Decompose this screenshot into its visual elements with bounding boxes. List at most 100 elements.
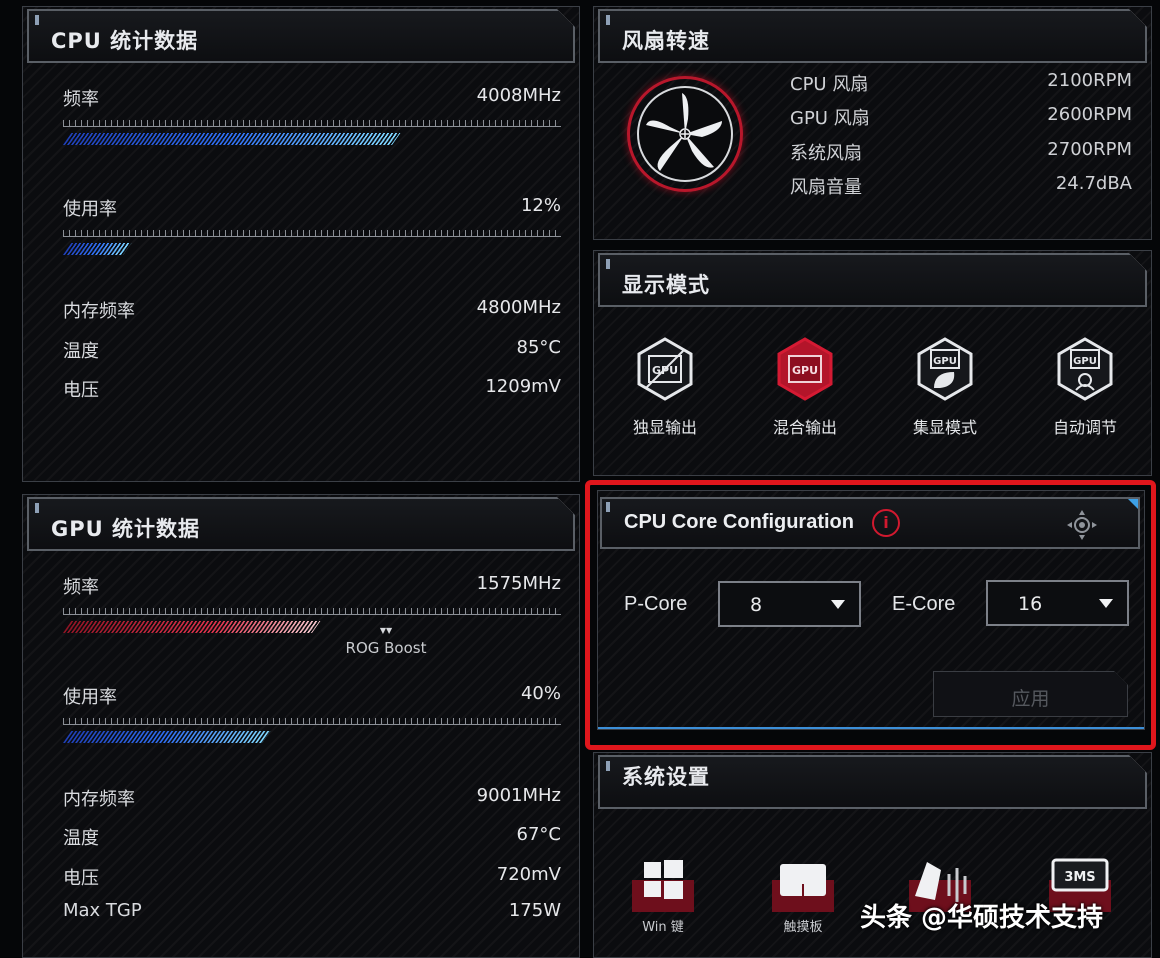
rog-boost-marker: ▼▼ ROG Boost bbox=[341, 626, 431, 658]
cpu-frequency-value: 4008MHz bbox=[476, 85, 561, 106]
fan-speed-title: 风扇转速 bbox=[622, 29, 710, 53]
gpu-hybrid-icon: GPU bbox=[777, 337, 833, 401]
cpu-mem-freq-value: 4800MHz bbox=[476, 297, 561, 318]
fan-row-value: 24.7dBA bbox=[1055, 173, 1132, 194]
gpu-frequency-value: 1575MHz bbox=[476, 573, 561, 594]
gpu-voltage-row: 电压 720mV bbox=[63, 864, 561, 890]
gpu-frequency-bar bbox=[63, 621, 561, 633]
fan-row-noise: 风扇音量 24.7dBA bbox=[790, 173, 1132, 199]
gpu-mem-freq-row: 内存频率 9001MHz bbox=[63, 785, 561, 811]
header-corner-mark bbox=[559, 11, 573, 25]
highlight-frame bbox=[585, 480, 1156, 750]
cpu-frequency-ruler bbox=[63, 119, 561, 127]
gpu-auto-icon: GPU bbox=[1057, 337, 1113, 401]
watermark: 头条 @华硕技术支持 bbox=[860, 903, 1104, 933]
cpu-mem-freq-label: 内存频率 bbox=[63, 301, 135, 322]
gpu-usage-bar bbox=[63, 731, 561, 743]
gpu-frequency-row: 频率 1575MHz bbox=[63, 573, 561, 599]
gpu-usage-row: 使用率 40% bbox=[63, 683, 561, 709]
display-mode-title: 显示模式 bbox=[622, 273, 710, 297]
cpu-usage-ruler bbox=[63, 229, 561, 237]
cpu-voltage-label: 电压 bbox=[63, 380, 99, 401]
gpu-chip-text: GPU bbox=[792, 364, 818, 377]
gpu-usage-bar-fill bbox=[63, 731, 271, 743]
header-tick-mark bbox=[606, 761, 610, 771]
rog-boost-arrows: ▼▼ bbox=[379, 626, 393, 635]
cpu-temp-label: 温度 bbox=[63, 341, 99, 362]
gpu-tgp-value: 175W bbox=[508, 900, 561, 921]
cpu-usage-bar bbox=[63, 243, 561, 255]
header-tick-mark bbox=[606, 259, 610, 269]
gpu-voltage-label: 电压 bbox=[63, 868, 99, 889]
gpu-chip-text: GPU bbox=[652, 364, 678, 377]
cpu-stats-panel: CPU 统计数据 频率 4008MHz 使用率 12% 内存频率 4800MHz… bbox=[22, 6, 580, 482]
gpu-temp-value: 67°C bbox=[516, 824, 561, 845]
display-mode-header: 显示模式 bbox=[598, 253, 1147, 307]
gpu-temp-label: 温度 bbox=[63, 828, 99, 849]
header-corner-mark bbox=[1131, 757, 1145, 771]
mode-label: 自动调节 bbox=[1052, 418, 1117, 437]
gpu-eco-icon: GPU bbox=[917, 337, 973, 401]
touchpad-icon[interactable] bbox=[768, 856, 838, 916]
gpu-discrete-icon: GPU bbox=[637, 337, 693, 401]
fan-row-label: 风扇音量 bbox=[790, 177, 862, 198]
cpu-frequency-label: 频率 bbox=[63, 89, 99, 110]
fan-row-value: 2600RPM bbox=[1047, 104, 1132, 125]
cpu-usage-label: 使用率 bbox=[63, 199, 117, 220]
fan-row-label: 系统风扇 bbox=[790, 143, 862, 164]
mode-label: 独显输出 bbox=[632, 418, 697, 437]
system-settings-title: 系统设置 bbox=[622, 765, 710, 789]
cpu-voltage-value: 1209mV bbox=[485, 376, 561, 397]
cpu-temp-value: 85°C bbox=[516, 337, 561, 358]
cpu-temp-row: 温度 85°C bbox=[63, 337, 561, 363]
cpu-frequency-bar-fill bbox=[63, 133, 401, 145]
fan-row-value: 2700RPM bbox=[1047, 139, 1132, 160]
cpu-usage-bar-fill bbox=[63, 243, 132, 255]
cpu-stats-title: CPU 统计数据 bbox=[51, 29, 199, 53]
gpu-usage-label: 使用率 bbox=[63, 687, 117, 708]
sys-item-label: Win 键 bbox=[642, 920, 684, 935]
fan-speed-header: 风扇转速 bbox=[598, 9, 1147, 63]
gpu-usage-value: 40% bbox=[520, 683, 561, 704]
fan-row-system: 系统风扇 2700RPM bbox=[790, 139, 1132, 165]
sys-item-label: 触摸板 bbox=[783, 920, 823, 935]
gpu-chip-text: GPU bbox=[1073, 356, 1097, 367]
header-corner-mark bbox=[1131, 11, 1145, 25]
gpu-temp-row: 温度 67°C bbox=[63, 824, 561, 850]
header-corner-mark bbox=[1131, 255, 1145, 269]
gpu-usage-ruler bbox=[63, 717, 561, 725]
rog-boost-label: ROG Boost bbox=[345, 639, 427, 657]
gpu-frequency-ruler bbox=[63, 607, 561, 615]
cpu-frequency-row: 频率 4008MHz bbox=[63, 85, 561, 111]
fan-row-label: CPU 风扇 bbox=[790, 74, 869, 95]
gpu-tgp-row: Max TGP 175W bbox=[63, 900, 561, 921]
header-tick-mark bbox=[606, 15, 610, 25]
cpu-frequency-bar bbox=[63, 133, 561, 145]
mode-discrete[interactable]: GPU 独显输出 bbox=[615, 336, 715, 438]
fan-row-label: GPU 风扇 bbox=[790, 108, 870, 129]
system-settings-header: 系统设置 bbox=[598, 755, 1147, 809]
cpu-mem-freq-row: 内存频率 4800MHz bbox=[63, 297, 561, 323]
mode-auto[interactable]: GPU 自动调节 bbox=[1035, 336, 1135, 438]
mode-label: 集显模式 bbox=[912, 418, 977, 437]
windows-key-icon[interactable] bbox=[628, 856, 698, 916]
fan-row-gpu: GPU 风扇 2600RPM bbox=[790, 104, 1132, 130]
header-tick-mark bbox=[35, 15, 39, 25]
gpu-stats-panel: GPU 统计数据 频率 1575MHz ▼▼ ROG Boost 使用率 40%… bbox=[22, 494, 580, 958]
gpu-stats-title: GPU 统计数据 bbox=[51, 517, 200, 541]
cpu-usage-row: 使用率 12% bbox=[63, 195, 561, 221]
cpu-usage-value: 12% bbox=[520, 195, 561, 216]
mode-eco[interactable]: GPU 集显模式 bbox=[895, 336, 995, 438]
fan-row-value: 2100RPM bbox=[1047, 70, 1132, 91]
gpu-mem-freq-value: 9001MHz bbox=[476, 785, 561, 806]
bms-icon-text: 3MS bbox=[1064, 870, 1095, 885]
gpu-stats-header: GPU 统计数据 bbox=[27, 497, 575, 551]
gpu-mem-freq-label: 内存频率 bbox=[63, 789, 135, 810]
fan-row-cpu: CPU 风扇 2100RPM bbox=[790, 70, 1132, 96]
header-corner-mark bbox=[559, 499, 573, 513]
gpu-frequency-bar-fill bbox=[63, 621, 321, 633]
gpu-chip-text: GPU bbox=[933, 356, 957, 367]
mode-hybrid[interactable]: GPU 混合输出 bbox=[755, 336, 855, 438]
fan-icon bbox=[627, 76, 743, 192]
mode-label: 混合输出 bbox=[772, 418, 837, 437]
